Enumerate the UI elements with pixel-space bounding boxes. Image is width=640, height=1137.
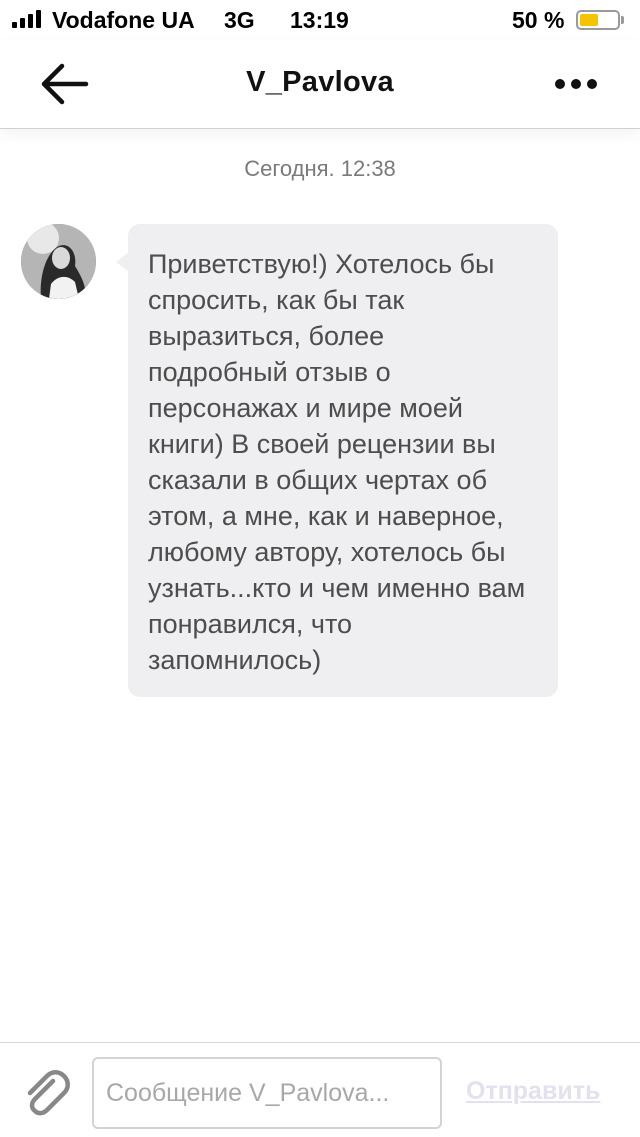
more-options-button[interactable]: [548, 64, 604, 104]
battery-icon: [576, 10, 620, 30]
message-input[interactable]: [92, 1057, 442, 1129]
network-type: 3G: [224, 7, 255, 33]
battery-percent: 50 %: [512, 7, 565, 33]
status-bar: Vodafone UA 3G 13:19 50 %: [0, 0, 640, 40]
chat-title: V_Pavlova: [246, 66, 394, 98]
carrier-name: Vodafone UA: [52, 7, 195, 33]
user-photo-icon: [21, 224, 96, 299]
avatar[interactable]: [21, 224, 96, 299]
chat-header: V_Pavlova: [0, 40, 640, 129]
ellipsis-icon: [555, 79, 597, 89]
message-composer: Отправить: [0, 1042, 640, 1137]
attach-button[interactable]: [20, 1067, 72, 1119]
battery-level-fill: [580, 14, 598, 26]
paperclip-icon: [27, 1070, 70, 1116]
date-stamp: Сегодня. 12:38: [244, 156, 396, 181]
message-text: Приветствую!) Хотелось бы спросить, как …: [148, 249, 526, 675]
send-button[interactable]: Отправить: [466, 1077, 600, 1106]
signal-strength-icon: [12, 10, 41, 28]
battery-cap: [621, 16, 624, 24]
status-time: 13:19: [290, 7, 349, 33]
message-bubble: Приветствую!) Хотелось бы спросить, как …: [128, 224, 558, 697]
